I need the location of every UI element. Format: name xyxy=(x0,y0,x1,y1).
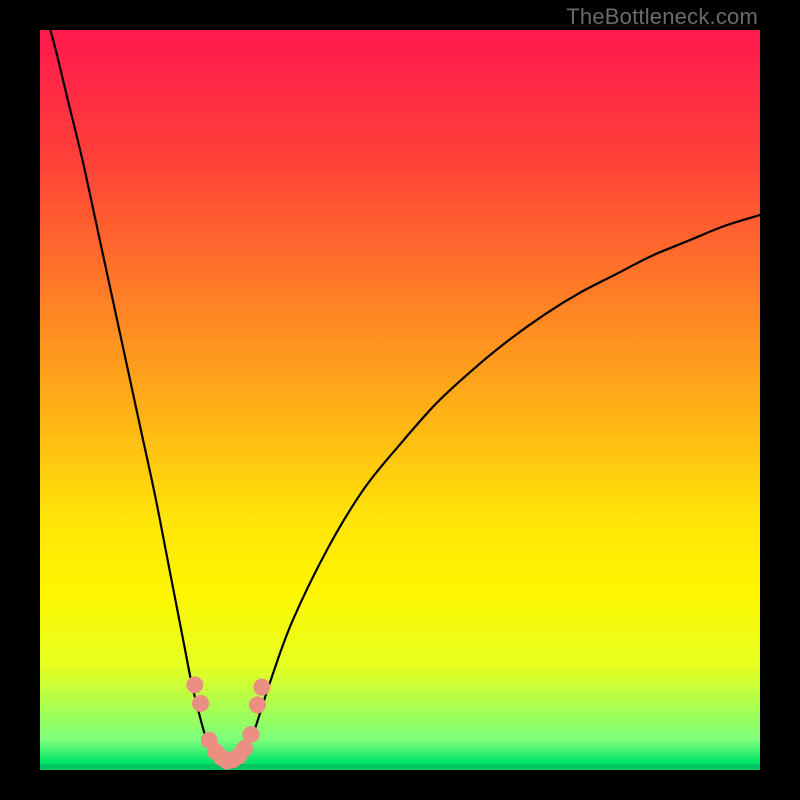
bead-point xyxy=(187,677,203,693)
bead-point xyxy=(249,697,265,713)
chart-canvas: TheBottleneck.com xyxy=(0,0,800,800)
bead-point xyxy=(254,679,270,695)
bead-point xyxy=(243,726,259,742)
bead-point xyxy=(193,695,209,711)
bead-point xyxy=(236,741,252,757)
watermark-text: TheBottleneck.com xyxy=(566,4,758,30)
bottleneck-curve xyxy=(40,30,760,763)
curve-svg xyxy=(40,30,760,770)
plot-area xyxy=(40,30,760,770)
